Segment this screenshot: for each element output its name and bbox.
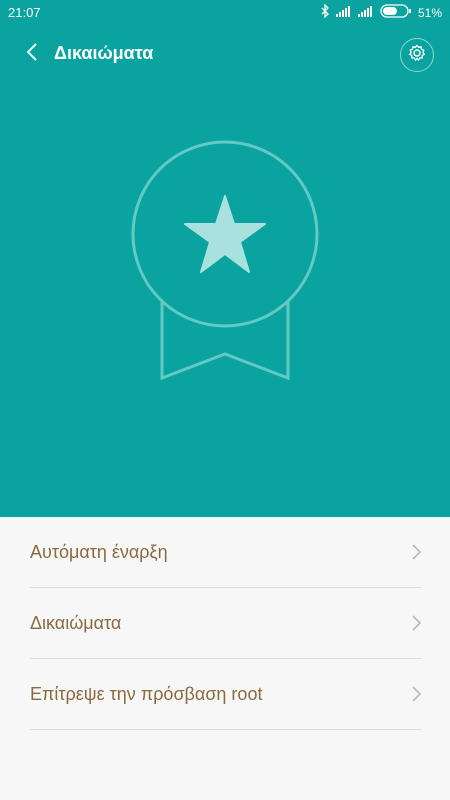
settings-button[interactable] <box>400 38 434 72</box>
permissions-menu: Αυτόματη έναρξη Δικαιώματα Επίτρεψε την … <box>0 517 450 800</box>
menu-item-autostart[interactable]: Αυτόματη έναρξη <box>30 517 422 587</box>
status-time: 21:07 <box>8 5 41 20</box>
menu-item-label: Επίτρεψε την πρόσβαση root <box>30 683 263 704</box>
page-title: Δικαιώματα <box>54 43 154 63</box>
battery-percentage: 51% <box>417 5 442 20</box>
app-bar: Δικαιώματα <box>0 34 450 76</box>
menu-item-root-access[interactable]: Επίτρεψε την πρόσβαση root <box>30 659 422 729</box>
back-button[interactable] <box>18 40 46 68</box>
battery-icon <box>380 4 412 21</box>
divider <box>30 729 422 730</box>
gear-icon <box>408 44 426 67</box>
signal-icon <box>335 5 352 20</box>
status-bar: 21:07 51% <box>0 0 450 24</box>
chevron-right-icon <box>412 544 422 565</box>
menu-item-label: Αυτόματη έναρξη <box>30 541 168 562</box>
status-icons: 51% <box>320 3 442 21</box>
chevron-right-icon <box>412 615 422 636</box>
award-star-icon <box>130 140 320 381</box>
bluetooth-icon <box>320 3 330 21</box>
hero-banner: 21:07 51% Δικαιώματα <box>0 0 450 517</box>
chevron-left-icon <box>26 42 38 66</box>
chevron-right-icon <box>412 686 422 707</box>
menu-item-label: Δικαιώματα <box>30 612 122 633</box>
menu-item-permissions[interactable]: Δικαιώματα <box>30 588 422 658</box>
signal-icon <box>357 5 374 20</box>
